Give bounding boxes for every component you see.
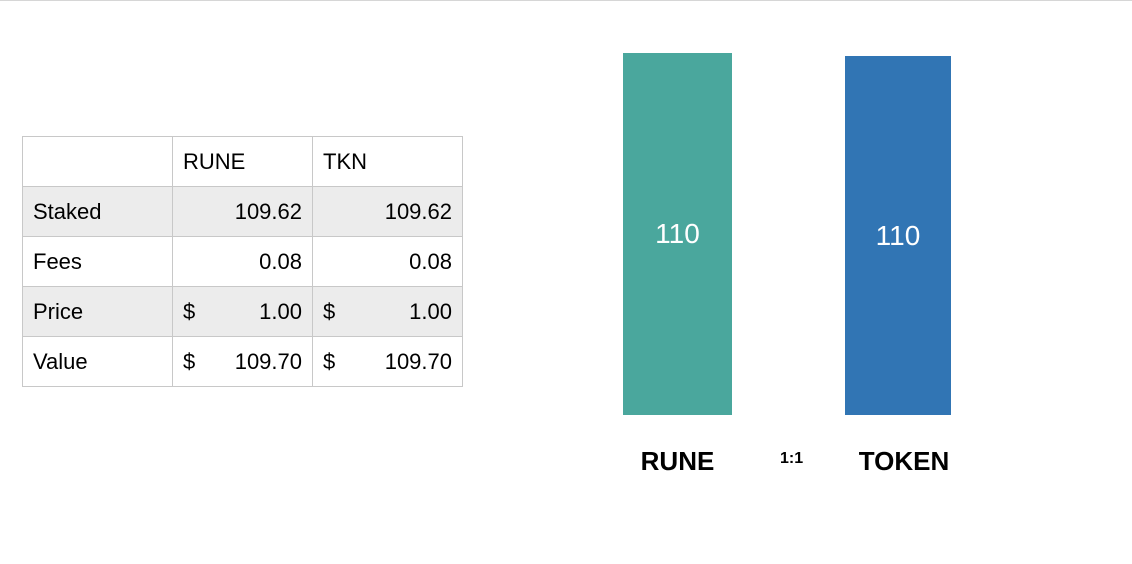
staked-rune-value: 109.62 bbox=[172, 186, 313, 237]
token-pool-value: 110 bbox=[875, 219, 921, 251]
top-divider bbox=[0, 0, 1132, 1]
row-label-value: Value bbox=[22, 336, 173, 387]
table-header-tkn: TKN bbox=[312, 136, 463, 187]
price-rune-value: 1.00 bbox=[259, 298, 302, 324]
rune-pool-value: 110 bbox=[655, 218, 700, 249]
table-header-rune: RUNE bbox=[172, 136, 313, 187]
rune-bar-label: RUNE bbox=[640, 446, 715, 476]
table-row: Price $ 1.00 $ 1.00 bbox=[22, 286, 463, 337]
price-tkn-value: 1.00 bbox=[409, 298, 452, 324]
row-label-price: Price bbox=[22, 286, 173, 337]
row-label-staked: Staked bbox=[22, 186, 173, 237]
pool-ratio: 1:1 bbox=[780, 450, 804, 467]
stake-table: RUNE TKN Staked 109.62 109.62 Fees 0.08 … bbox=[22, 136, 463, 387]
currency-symbol: $ bbox=[183, 348, 196, 374]
fees-rune-value: 0.08 bbox=[172, 236, 313, 287]
price-tkn-cell: $ 1.00 bbox=[312, 286, 463, 337]
value-tkn-cell: $ 109.70 bbox=[312, 336, 463, 387]
table-row: Fees 0.08 0.08 bbox=[22, 236, 463, 287]
value-rune-cell: $ 109.70 bbox=[172, 336, 313, 387]
table-header-empty bbox=[22, 136, 173, 187]
rune-pool-bar: 110 bbox=[623, 53, 732, 415]
token-bar-label: TOKEN bbox=[858, 446, 950, 476]
fees-tkn-value: 0.08 bbox=[312, 236, 463, 287]
table-row: Staked 109.62 109.62 bbox=[22, 186, 463, 237]
row-label-fees: Fees bbox=[22, 236, 173, 287]
price-rune-cell: $ 1.00 bbox=[172, 286, 313, 337]
currency-symbol: $ bbox=[183, 298, 196, 324]
currency-symbol: $ bbox=[323, 298, 336, 324]
token-pool-bar: 110 bbox=[845, 56, 951, 415]
value-tkn-value: 109.70 bbox=[384, 348, 452, 374]
table-header-row: RUNE TKN bbox=[22, 136, 463, 187]
currency-symbol: $ bbox=[323, 348, 336, 374]
staked-tkn-value: 109.62 bbox=[312, 186, 463, 237]
value-rune-value: 109.70 bbox=[234, 348, 302, 374]
table-row: Value $ 109.70 $ 109.70 bbox=[22, 336, 463, 387]
